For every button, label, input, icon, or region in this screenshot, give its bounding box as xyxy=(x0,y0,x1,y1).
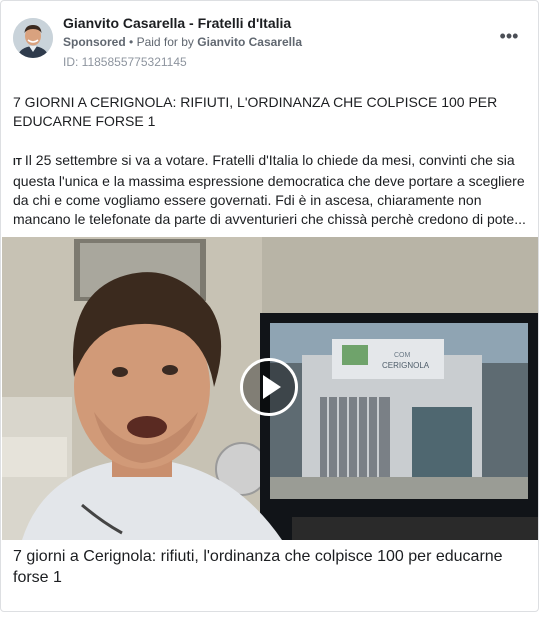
italy-flag-icon: IT xyxy=(13,157,22,168)
post-body: IT Il 25 settembre si va a votare. Fratel… xyxy=(13,151,528,229)
avatar[interactable] xyxy=(13,18,53,58)
paid-for-name[interactable]: Gianvito Casarella xyxy=(197,35,302,49)
paid-for-label: Paid for by xyxy=(136,35,194,49)
sponsored-label: Sponsored xyxy=(63,35,126,49)
ad-card: Gianvito Casarella - Fratelli d'Italia S… xyxy=(0,0,539,612)
avatar-image xyxy=(13,18,53,58)
post-headline: 7 GIORNI A CERIGNOLA: RIFIUTI, L'ORDINAN… xyxy=(13,94,498,129)
play-button[interactable] xyxy=(240,358,298,416)
ad-id: ID: 1185855775321145 xyxy=(63,55,187,69)
tv-sign-top: COM xyxy=(394,352,411,359)
tv-sign-main: CERIGNOLA xyxy=(382,361,430,370)
advertiser-name[interactable]: Gianvito Casarella - Fratelli d'Italia xyxy=(63,15,291,31)
video-player[interactable]: COM CERIGNOLA xyxy=(2,237,538,540)
link-title[interactable]: 7 giorni a Cerignola: rifiuti, l'ordinan… xyxy=(13,546,523,588)
more-options-icon[interactable]: ••• xyxy=(497,27,521,49)
meta-separator: • xyxy=(129,35,134,49)
play-icon xyxy=(263,375,281,399)
post-body-text: Il 25 settembre si va a votare. Fratelli… xyxy=(13,152,526,227)
sponsored-meta: Sponsored • Paid for by Gianvito Casarel… xyxy=(63,35,302,49)
